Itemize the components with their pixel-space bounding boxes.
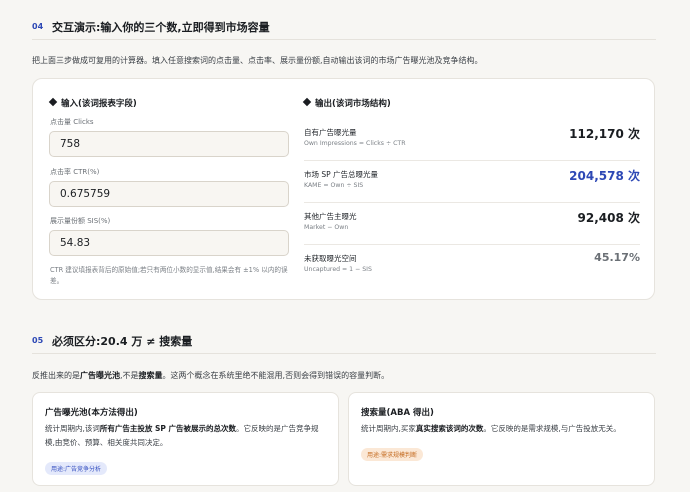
- section-number: 05: [32, 336, 44, 345]
- ctr-input[interactable]: 0.675759: [49, 181, 289, 207]
- output-name: 其他广告主曝光: [304, 212, 357, 221]
- output-name: 未获取曝光空间: [304, 254, 357, 263]
- card-body: 统计周期内,买家真实搜索该词的次数。它反映的是需求规模,与广告投放无关。: [361, 424, 621, 433]
- output-value: 45.17%: [594, 251, 640, 264]
- output-name: 自有广告曝光量: [304, 128, 357, 137]
- diamond-icon: [302, 97, 312, 107]
- section-05-header: 05 必须区分:20.4 万 ≠ 搜索量: [32, 328, 656, 354]
- output-formula: Own Impressions = Clicks ÷ CTR: [304, 140, 406, 147]
- usage-tag: 用途:需求规模判断: [361, 448, 424, 461]
- output-row-market-total: 市场 SP 广告总曝光量 KAME = Own ÷ SIS 204,578 次: [304, 161, 640, 203]
- ad-pool-card: 广告曝光池(本方法得出) 统计周期内,该词所有广告主投放 SP 广告被展示的总次…: [32, 392, 339, 486]
- input-panel-title: 输入(该词报表字段): [48, 97, 137, 109]
- output-formula: Market − Own: [304, 224, 349, 231]
- output-formula: KAME = Own ÷ SIS: [304, 182, 364, 189]
- section-title: 交互演示:输入你的三个数,立即得到市场容量: [52, 20, 270, 34]
- card-title: 广告曝光池(本方法得出): [45, 408, 138, 418]
- output-formula: Uncaptured = 1 − SIS: [304, 266, 372, 273]
- section-number: 04: [32, 22, 44, 31]
- sis-input[interactable]: 54.83: [49, 230, 289, 256]
- output-row-uncaptured: 未获取曝光空间 Uncaptured = 1 − SIS 45.17%: [304, 245, 640, 287]
- section-title: 必须区分:20.4 万 ≠ 搜索量: [52, 334, 193, 348]
- diamond-icon: [48, 97, 58, 107]
- input-note: CTR 建议填报表背后的原始值;若只有两位小数的显示值,结果会有 ±1% 以内的…: [50, 266, 288, 285]
- output-row-own-impressions: 自有广告曝光量 Own Impressions = Clicks ÷ CTR 1…: [304, 119, 640, 161]
- card-body: 统计周期内,该词所有广告主投放 SP 广告被展示的总次数。它反映的是广告竞争规模…: [45, 424, 319, 447]
- output-panel-title: 输出(该词市场结构): [302, 97, 391, 109]
- search-volume-card: 搜索量(ABA 得出) 统计周期内,买家真实搜索该词的次数。它反映的是需求规模,…: [348, 392, 655, 486]
- clicks-label: 点击量 Clicks: [50, 118, 94, 126]
- ctr-label: 点击率 CTR(%): [50, 168, 100, 176]
- clicks-input[interactable]: 758: [49, 131, 289, 157]
- output-value: 204,578 次: [569, 169, 640, 183]
- section-04-header: 04 交互演示:输入你的三个数,立即得到市场容量: [32, 14, 656, 40]
- output-name: 市场 SP 广告总曝光量: [304, 170, 379, 179]
- section-04-description: 把上面三步做成可复用的计算器。填入任意搜索词的点击量、点击率、展示量份额,自动输…: [32, 56, 483, 65]
- section-05-description: 反推出来的是广告曝光池,不是搜索量。这两个概念在系统里绝不能混用,否则会得到错误…: [32, 371, 390, 380]
- sis-label: 展示量份额 SIS(%): [50, 217, 111, 225]
- output-row-other-advertisers: 其他广告主曝光 Market − Own 92,408 次: [304, 203, 640, 245]
- calculator-card: 输入(该词报表字段) 点击量 Clicks 758 点击率 CTR(%) 0.6…: [32, 78, 655, 300]
- output-value: 112,170 次: [569, 127, 640, 141]
- output-value: 92,408 次: [577, 211, 641, 225]
- usage-tag: 用途:广告竞争分析: [45, 462, 108, 475]
- card-title: 搜索量(ABA 得出): [361, 408, 434, 418]
